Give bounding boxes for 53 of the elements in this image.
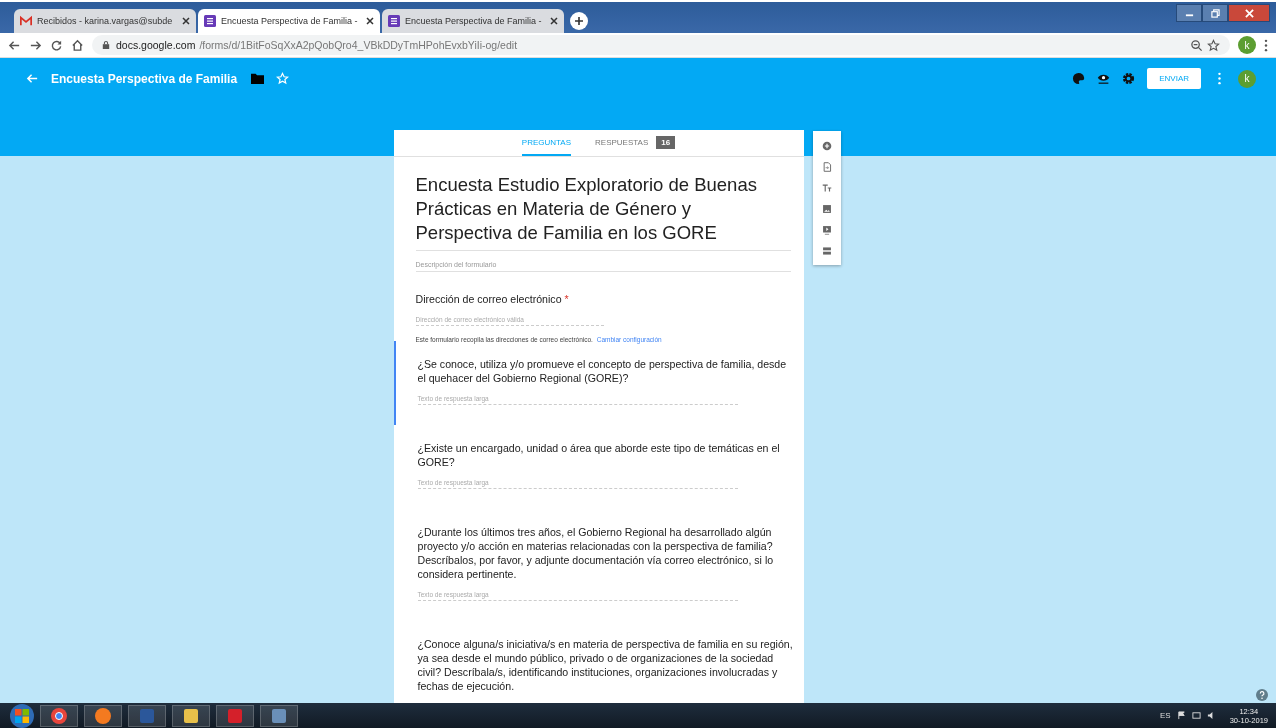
browser-tab[interactable]: Encuesta Perspectiva de Familia - [198, 9, 380, 33]
close-icon[interactable] [366, 17, 374, 25]
restore-button[interactable] [1202, 4, 1228, 22]
profile-avatar[interactable]: k [1238, 69, 1256, 88]
star-icon[interactable] [1207, 38, 1220, 52]
restore-icon [1210, 8, 1220, 18]
flag-icon[interactable] [1176, 711, 1186, 720]
question-text: ¿Durante los últimos tres años, el Gobierno Regional ha desarrollado algún proyecto y/o acción en materias relacionadas con la perspectiva de familia? Descríbalos, por favor, y adjunte documentación vía correo electrónico, si lo considera pertinente. [417, 525, 775, 581]
home-icon[interactable] [71, 38, 84, 52]
browser-tab[interactable]: Encuesta Perspectiva de Familia - [382, 9, 564, 33]
form-icon [204, 15, 216, 27]
form-title: Encuesta Perspectiva de Familia [51, 71, 238, 86]
browser-tab[interactable]: Recibidos - karina.vargas@subde [14, 9, 196, 33]
lock-icon [102, 40, 110, 50]
palette-icon[interactable] [1072, 72, 1086, 85]
help-icon[interactable] [1256, 689, 1268, 701]
import-icon[interactable] [821, 161, 832, 172]
address-field[interactable]: docs.google.com /forms/d/1BitFoSqXxA2pQobQro4_VBkDDyTmHPohEvxbYiIi-og/edit [92, 35, 1230, 55]
reload-icon[interactable] [50, 38, 63, 52]
new-tab-button[interactable] [570, 12, 588, 30]
taskbar-app-icon[interactable] [172, 704, 210, 727]
network-icon[interactable] [1191, 711, 1201, 720]
language-indicator[interactable]: ES [1159, 711, 1171, 720]
menu-icon[interactable] [1264, 38, 1268, 52]
form-icon [388, 15, 400, 27]
close-button[interactable] [1228, 4, 1270, 22]
form-heading[interactable]: Encuesta Estudio Exploratorio de Buenas Prácticas en Materia de Género y Perspectiva de Familia en los GORE [415, 173, 791, 251]
zoom-icon[interactable] [1190, 38, 1203, 52]
form-tab[interactable]: RESPUESTAS 16 [595, 130, 676, 156]
start-button[interactable] [10, 703, 34, 728]
question-text: ¿Existe un encargado, unidad o área que aborde este tipo de temáticas en el GORE? [417, 441, 781, 469]
question-text: ¿Se conoce, utiliza y/o promueve el concepto de perspectiva de familia, desde el quehacer del Gobierno Regional (GORE)? [417, 357, 788, 385]
plus-icon [574, 16, 584, 26]
folder-icon[interactable] [251, 72, 265, 85]
eye-icon[interactable] [1097, 72, 1111, 85]
section-icon[interactable] [821, 245, 832, 256]
minimize-button[interactable] [1176, 4, 1202, 22]
question-text: ¿Conoce alguna/s iniciativa/s en materia de perspectiva de familia en su región, ya sea desde el mundo público, privado o de organizaciones de la sociedad civil? Descríbala/s, identificando instituciones, organizaciones involucradas y fechas de ejecución. [417, 637, 794, 693]
settings-icon[interactable] [1122, 72, 1136, 85]
mail-icon [20, 15, 32, 27]
taskbar-app-icon[interactable] [260, 704, 298, 727]
add-icon[interactable] [821, 140, 832, 151]
close-icon[interactable] [182, 17, 190, 25]
question-text: Dirección de correo electrónico [415, 293, 562, 305]
close-icon[interactable] [550, 17, 558, 25]
profile-avatar[interactable]: k [1238, 36, 1256, 54]
close-icon [1244, 8, 1254, 18]
taskbar-app-icon[interactable] [40, 704, 78, 727]
video-icon[interactable] [821, 224, 832, 235]
taskbar-app-icon[interactable] [84, 704, 122, 727]
required-mark: * [564, 293, 569, 305]
image-icon[interactable] [821, 203, 832, 214]
text-icon[interactable] [821, 182, 832, 193]
